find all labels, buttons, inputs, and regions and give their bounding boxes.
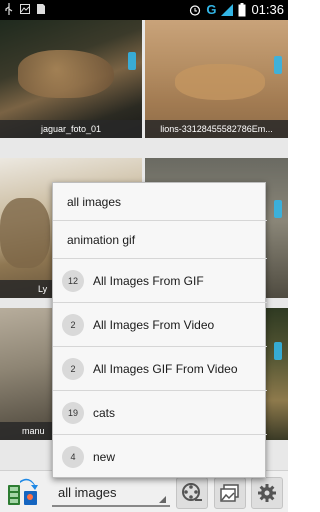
image-notification-icon	[20, 4, 30, 14]
signal-icon	[221, 3, 234, 16]
menu-item-label: new	[93, 450, 116, 464]
dropdown-arrow-icon	[159, 496, 166, 503]
menu-item-all-images-from-gif[interactable]: 12 All Images From GIF	[53, 259, 267, 303]
menu-item-label: all images	[67, 194, 122, 209]
selection-badge	[128, 52, 136, 70]
album-select[interactable]: all images	[52, 479, 170, 507]
lynx-image-subject	[0, 198, 50, 268]
sd-card-icon	[37, 4, 45, 14]
network-g-icon: G	[206, 2, 217, 17]
selection-badge	[274, 56, 282, 74]
selection-badge	[274, 342, 282, 360]
clock-time: 01:36	[251, 2, 284, 17]
usb-icon	[5, 3, 13, 15]
menu-item-label: All Images From Video	[93, 317, 215, 332]
count-badge: 2	[62, 357, 84, 380]
app-logo-icon[interactable]	[6, 475, 40, 509]
menu-item-label: cats	[93, 405, 116, 420]
menu-item-label: All Images From GIF	[93, 273, 204, 288]
count-badge: 19	[62, 401, 84, 424]
album-select-value: all images	[58, 485, 117, 500]
settings-button[interactable]	[251, 477, 283, 509]
menu-item-new[interactable]: 4 new	[53, 435, 267, 479]
alarm-icon	[190, 4, 201, 16]
menu-item-label: All Images GIF From Video	[93, 361, 238, 376]
gear-icon	[258, 484, 276, 502]
count-badge: 12	[62, 269, 84, 292]
count-badge: 2	[62, 313, 84, 336]
image-stack-icon	[220, 484, 239, 502]
menu-item-label: animation gif	[67, 232, 136, 247]
menu-item-all-images-from-video[interactable]: 2 All Images From Video	[53, 303, 267, 347]
menu-item-all-images-gif-from-video[interactable]: 2 All Images GIF From Video	[53, 347, 267, 391]
menu-item-cats[interactable]: 19 cats	[53, 391, 267, 435]
menu-item-all-images[interactable]: all images	[53, 183, 267, 221]
tile-caption: lions-33128455582786Em...	[145, 120, 288, 138]
status-bar: G 01:36	[0, 0, 288, 20]
video-button[interactable]	[176, 477, 208, 509]
tile-caption: jaguar_foto_01	[0, 120, 142, 138]
count-badge: 4	[62, 446, 84, 468]
gallery-button[interactable]	[214, 477, 246, 509]
image-tile[interactable]: jaguar_foto_01	[0, 20, 142, 138]
album-dropdown-menu: all images animation gif 12 All Images F…	[52, 182, 267, 479]
lions-image-subject	[175, 64, 265, 100]
menu-item-animation-gif[interactable]: animation gif	[53, 221, 267, 259]
battery-icon	[238, 2, 246, 16]
film-reel-icon	[182, 483, 202, 501]
image-tile[interactable]: lions-33128455582786Em...	[145, 20, 288, 138]
selection-badge	[274, 200, 282, 218]
jaguar-image-subject	[18, 50, 114, 98]
